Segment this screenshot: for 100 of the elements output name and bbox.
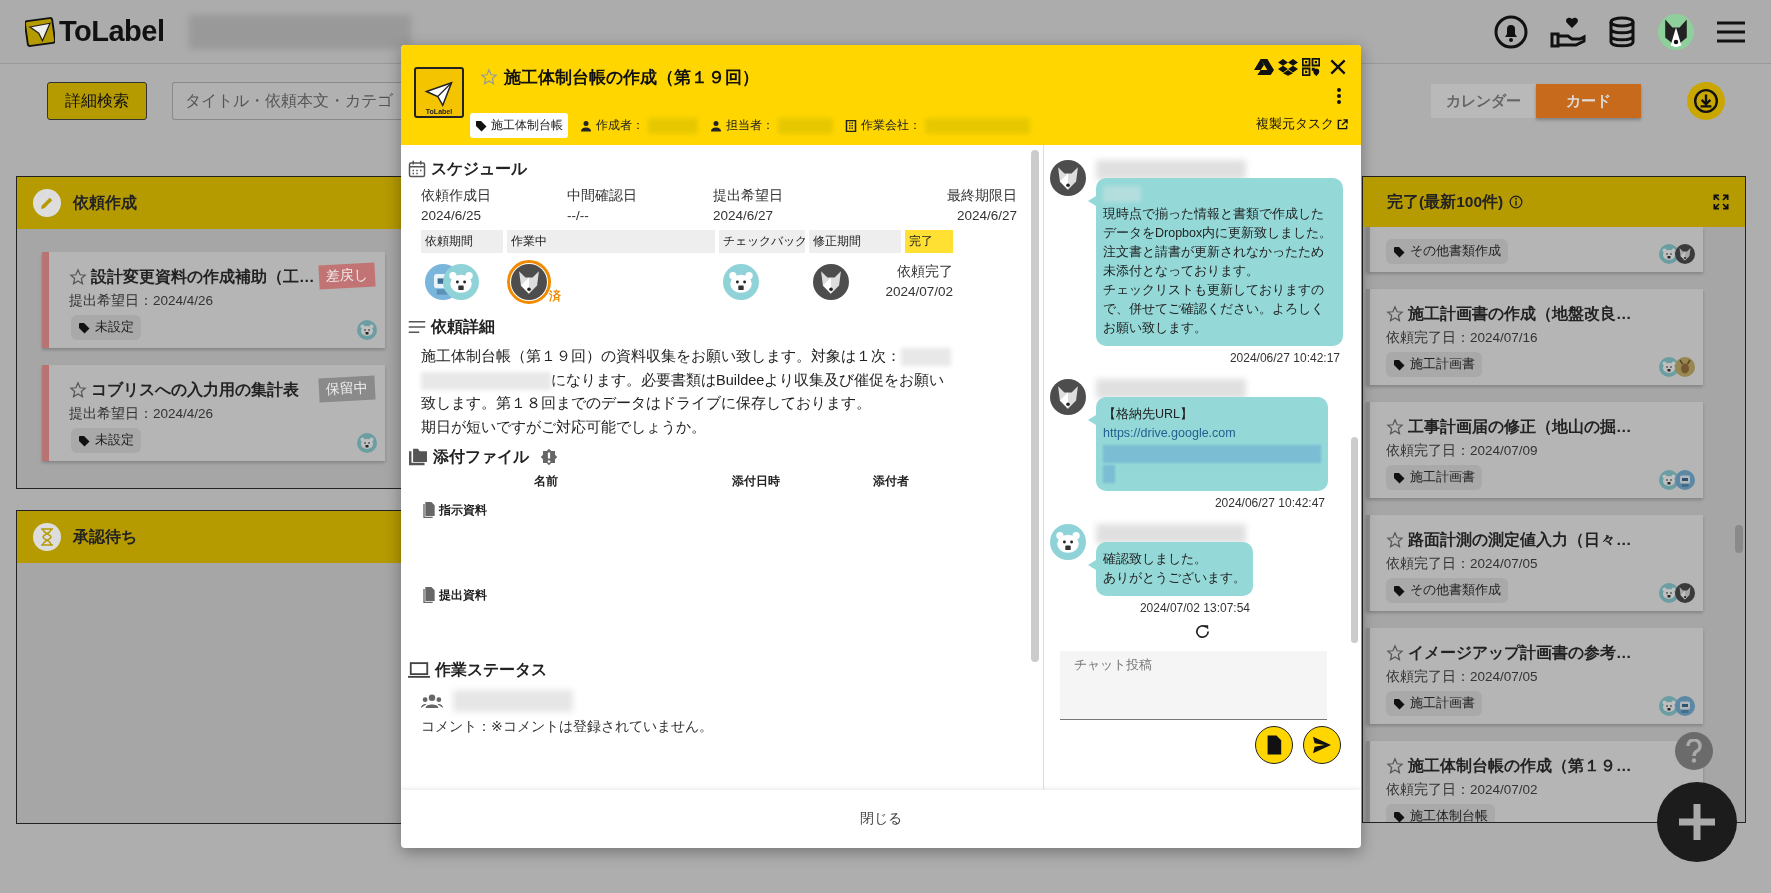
section-heading: 添付ファイル <box>433 446 529 467</box>
card-title: コブリスへの入力用の集計表 <box>91 379 299 400</box>
star-icon[interactable] <box>1386 757 1404 775</box>
redacted-text <box>778 117 833 134</box>
card-date: 提出希望日：2024/4/26 <box>69 292 215 310</box>
tag-chip: 未設定 <box>71 428 141 453</box>
task-card[interactable]: 設計変更資料の作成補助（工… 差戻し 提出希望日：2024/4/26 未設定 <box>42 252 385 348</box>
comment-text: コメント：※コメントは登録されていません。 <box>421 718 714 736</box>
tag-icon <box>1393 358 1405 371</box>
notes-icon <box>408 320 426 334</box>
task-card[interactable]: 施工計画書の作成（地盤改良… 依頼完了日：2024/07/16 施工計画書 <box>1366 289 1703 385</box>
tag-icon <box>1393 810 1405 822</box>
close-button[interactable]: 閉じる <box>846 804 916 834</box>
more-icon[interactable] <box>1337 88 1341 104</box>
card-date: 提出希望日：2024/4/26 <box>69 405 215 423</box>
task-card[interactable]: 工事計画届の修正（地山の掘… 依頼完了日：2024/07/09 施工計画書 <box>1366 402 1703 498</box>
chat-input[interactable]: チャット投稿 <box>1060 651 1327 720</box>
message-time: 2024/06/27 10:42:47 <box>1214 496 1326 510</box>
status-badge: 差戻し <box>318 262 376 290</box>
deer-avatar-icon <box>1675 357 1695 377</box>
star-icon[interactable] <box>69 268 87 286</box>
task-card[interactable]: その他書類作成 <box>1366 227 1703 272</box>
column-header: 名前 <box>533 473 559 490</box>
bear-avatar-icon <box>1050 524 1086 560</box>
message-text: 確認致しました。 <box>1103 551 1208 568</box>
phase-step: 修正期間 <box>809 230 901 253</box>
database-icon[interactable] <box>1608 15 1636 48</box>
file-icon <box>421 502 435 518</box>
menu-icon[interactable] <box>1716 19 1746 44</box>
bell-icon[interactable] <box>1494 14 1528 49</box>
expand-icon[interactable] <box>1713 194 1729 210</box>
tag-chip: 施工体制台帳 <box>470 113 568 138</box>
meta-label: 担当者： <box>726 117 774 134</box>
date-label: 提出希望日 <box>713 187 784 205</box>
modal-title: 施工体制台帳の作成（第１９回） <box>504 66 759 89</box>
star-icon[interactable] <box>1386 644 1404 662</box>
external-link-icon <box>1337 119 1348 130</box>
star-icon[interactable] <box>1386 531 1404 549</box>
hand-heart-icon[interactable] <box>1550 15 1586 48</box>
hourglass-icon <box>40 528 54 546</box>
source-task-link[interactable]: 複製元タスク <box>1256 116 1348 133</box>
tag-chip: その他書類作成 <box>1386 239 1508 264</box>
task-card[interactable]: コブリスへの入力用の集計表 保留中 提出希望日：2024/4/26 未設定 <box>42 365 385 461</box>
card-title: 路面計測の測定値入力（日々… <box>1408 529 1632 550</box>
advanced-search-button[interactable]: 詳細検索 <box>47 82 147 120</box>
section-heading: 依頼詳細 <box>431 316 495 337</box>
tag-icon <box>78 434 90 447</box>
question-icon <box>1685 739 1703 763</box>
date-label: 最終期限日 <box>947 187 1017 205</box>
alert-icon <box>540 448 558 466</box>
card-title: 施工体制台帳の作成（第１９… <box>1408 755 1632 776</box>
column-title: 依頼作成 <box>73 192 137 213</box>
completion-label: 依頼完了 <box>896 263 953 281</box>
tag-chip: その他書類作成 <box>1386 578 1508 603</box>
paper-plane-logo-icon <box>25 16 55 47</box>
task-card[interactable]: イメージアップ計画書の参考… 依頼完了日：2024/07/05 施工計画書 <box>1366 628 1703 724</box>
people-icon <box>421 694 443 708</box>
tag-icon <box>78 321 90 334</box>
message-text: 注文書と請書が更新されなかったため未添付となっております。 <box>1103 244 1325 280</box>
card-date: 依頼完了日：2024/07/02 <box>1386 781 1539 799</box>
star-icon[interactable] <box>480 68 498 86</box>
scrollbar-thumb[interactable] <box>1031 150 1039 662</box>
attachment-group: 指示資料 <box>439 502 487 519</box>
bear-avatar-icon <box>357 433 377 453</box>
date-value: --/-- <box>567 207 590 225</box>
plus-icon <box>1677 802 1717 842</box>
bear-avatar-icon <box>723 264 759 300</box>
card-title: 工事計画届の修正（地山の掘… <box>1408 416 1632 437</box>
download-button[interactable] <box>1687 82 1725 120</box>
send-button[interactable] <box>1303 726 1341 764</box>
dog-avatar-icon <box>1658 13 1694 50</box>
pencil-icon <box>39 195 55 211</box>
star-icon[interactable] <box>1386 418 1404 436</box>
star-icon[interactable] <box>1386 305 1404 323</box>
message-text: 現時点で揃った情報と書類で作成したデータをDropbox内に更新致しました。 <box>1103 206 1334 242</box>
message-link[interactable]: https://drive.google.com <box>1103 426 1236 440</box>
message-text: 【格納先URL】 <box>1103 406 1194 423</box>
refresh-icon[interactable] <box>1194 623 1211 640</box>
person-icon <box>710 119 722 132</box>
drive-icon[interactable] <box>1254 58 1274 76</box>
task-card[interactable]: 施工体制台帳の作成（第１９… 依頼完了日：2024/07/02 施工体制台帳 <box>1366 741 1703 822</box>
tag-chip: 未設定 <box>71 315 141 340</box>
search-field[interactable]: タイトル・依頼本文・カテゴ <box>172 82 401 120</box>
tag-chip: 施工計画書 <box>1386 352 1482 377</box>
phase-step: 依頼期間 <box>421 230 503 253</box>
robot-avatar-icon <box>1675 470 1695 490</box>
column-header: 添付者 <box>872 473 910 490</box>
scrollbar-thumb[interactable] <box>1735 525 1743 553</box>
column-title: 完了(最新100件) <box>1387 191 1504 212</box>
task-card[interactable]: 路面計測の測定値入力（日々… 依頼完了日：2024/07/05 その他書類作成 <box>1366 515 1703 611</box>
star-icon[interactable] <box>69 381 87 399</box>
wolf-avatar-icon <box>1050 379 1086 415</box>
file-icon <box>1266 735 1282 755</box>
tag-chip: 施工計画書 <box>1386 465 1482 490</box>
dropbox-icon[interactable] <box>1278 58 1298 76</box>
close-icon[interactable] <box>1328 57 1348 77</box>
attach-file-button[interactable] <box>1255 726 1293 764</box>
scrollbar-thumb[interactable] <box>1351 437 1358 643</box>
qr-code-icon[interactable] <box>1302 58 1320 76</box>
person-icon <box>580 119 592 132</box>
